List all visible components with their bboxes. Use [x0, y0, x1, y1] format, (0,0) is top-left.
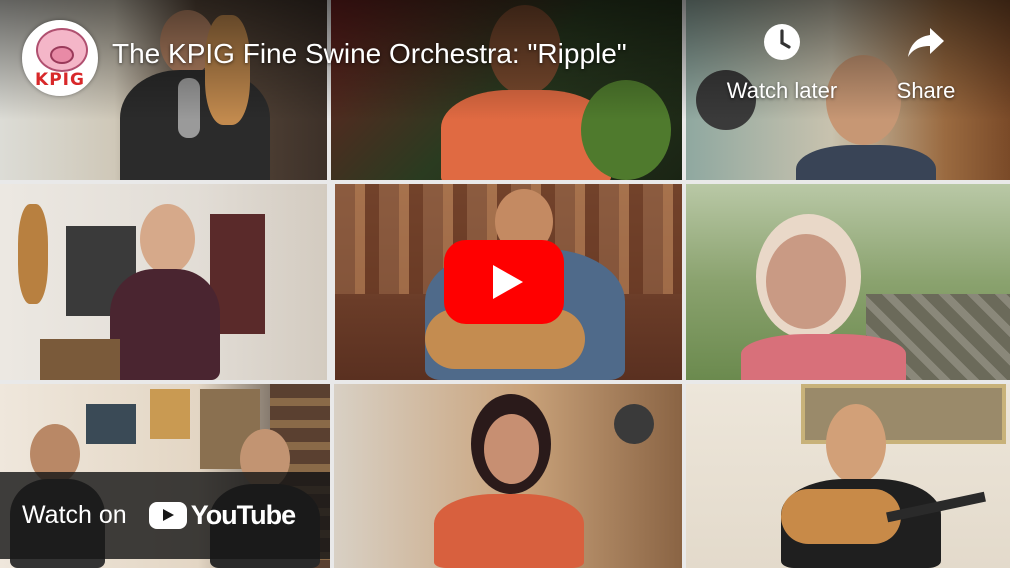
thumbnail-tile-young-singer	[0, 184, 327, 380]
youtube-logo-icon	[148, 502, 187, 529]
share-button[interactable]: Share	[866, 22, 986, 104]
play-button[interactable]	[444, 240, 564, 324]
channel-logo-text: KPIG	[35, 70, 85, 90]
play-icon	[493, 265, 523, 299]
video-title[interactable]: The KPIG Fine Swine Orchestra: "Ripple"	[112, 38, 627, 70]
share-label: Share	[896, 78, 956, 103]
channel-avatar[interactable]: KPIG	[22, 20, 98, 96]
youtube-wordmark: YouTube	[190, 500, 296, 530]
clock-icon	[764, 24, 800, 60]
thumbnail-tile-singer-microphone	[334, 384, 682, 568]
youtube-embed-player[interactable]: KPIG The KPIG Fine Swine Orchestra: "Rip…	[0, 0, 1010, 568]
thumbnail-tile-acoustic-guitarist	[686, 384, 1010, 568]
watch-later-label: Watch later	[726, 78, 838, 103]
pig-snout-icon	[50, 46, 74, 64]
watch-on-youtube-button[interactable]: Watch on YouTube	[0, 472, 330, 559]
thumbnail-tile-laughing-woman	[686, 184, 1010, 380]
watch-on-label: Watch on	[22, 501, 127, 529]
youtube-logo: YouTube	[148, 500, 296, 531]
watch-later-button[interactable]: Watch later	[722, 22, 842, 104]
share-arrow-icon	[908, 28, 944, 57]
